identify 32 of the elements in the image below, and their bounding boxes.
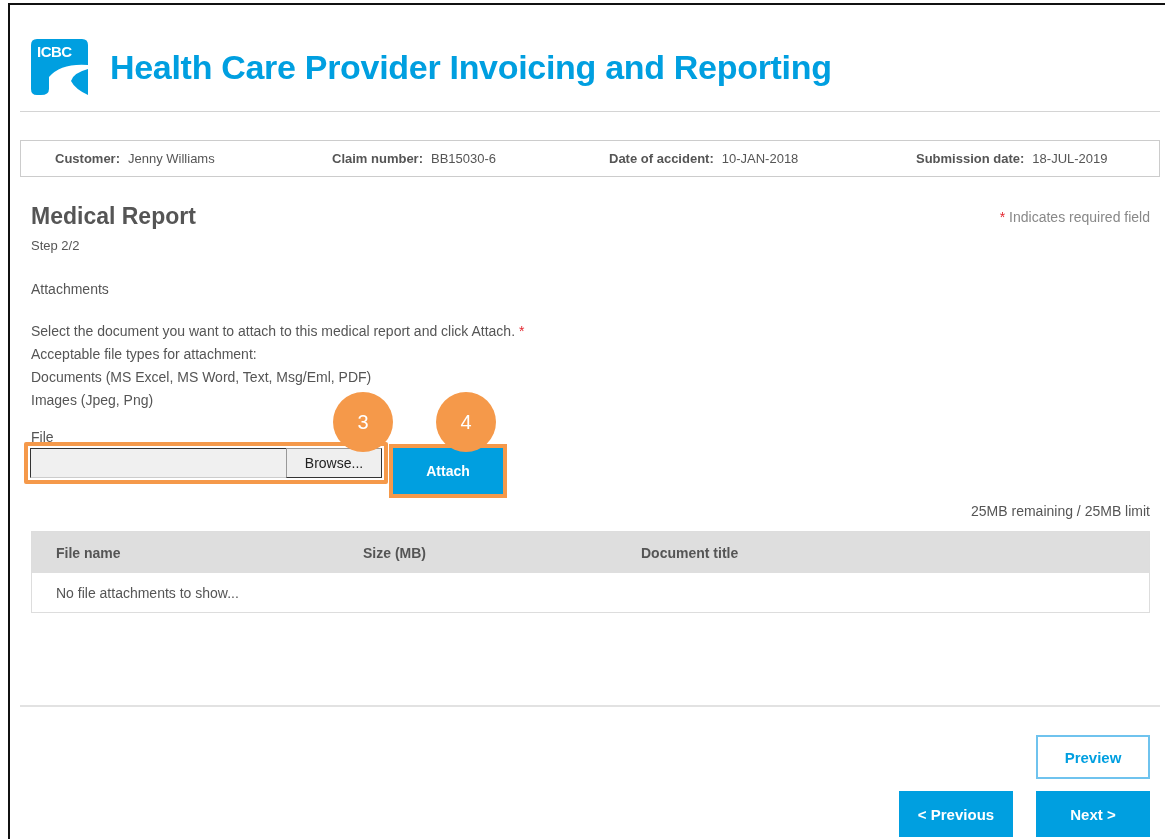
- info-label: Date of accident:: [609, 151, 714, 166]
- info-label: Claim number:: [332, 151, 423, 166]
- field-label: File: [31, 429, 55, 442]
- step-indicator: Step 2/2: [31, 238, 81, 253]
- info-value: BB15030-6: [431, 151, 497, 166]
- attach-button[interactable]: Attach: [393, 448, 503, 494]
- file-types-text: Acceptable file types for attachment:: [31, 345, 257, 364]
- logo: ICBC: [31, 39, 88, 96]
- quota-text: 25MB remaining / 25MB limit: [970, 503, 1150, 519]
- step-callout: 3: [333, 392, 393, 452]
- column-header: Size (MB): [363, 544, 427, 561]
- info-label: Submission date:: [916, 151, 1025, 166]
- column-header: File name: [56, 544, 122, 561]
- file-field[interactable]: [30, 448, 286, 478]
- step-callout: 4: [436, 392, 496, 452]
- previous-button[interactable]: < Previous: [899, 791, 1013, 837]
- browse-button[interactable]: Browse...: [286, 448, 382, 478]
- instruction-text: Select the document you want to attach to this medical report and click Attach. *: [31, 322, 525, 341]
- preview-button[interactable]: Preview: [1036, 735, 1150, 779]
- file-types-text: Images (Jpeg, Png): [31, 391, 154, 410]
- info-value: 18-JUL-2019: [1032, 151, 1108, 166]
- section-label: Attachments: [31, 281, 110, 297]
- file-types-text: Documents (MS Excel, MS Word, Text, Msg/Eml, PDF): [31, 368, 372, 387]
- info-label: Customer:: [55, 151, 120, 166]
- info-value: 10-JAN-2018: [721, 151, 799, 166]
- info-value: Jenny Williams: [128, 151, 215, 166]
- empty-message: No file attachments to show...: [55, 583, 240, 603]
- column-header: Document title: [641, 544, 740, 561]
- required-note: * Indicates required field: [999, 209, 1150, 225]
- page-title: Medical Report: [31, 203, 196, 230]
- app-title: Health Care Provider Invoicing and Reporting: [110, 48, 832, 87]
- next-button[interactable]: Next >: [1036, 791, 1150, 837]
